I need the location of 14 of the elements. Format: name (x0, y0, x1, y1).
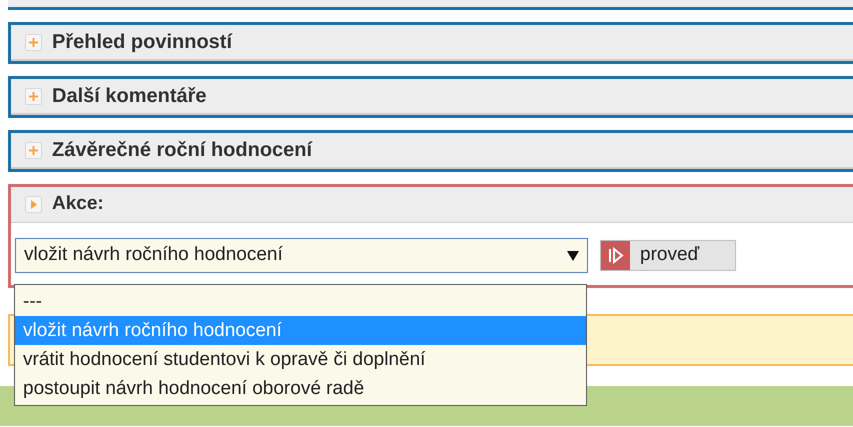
section-title[interactable]: Přehled povinností (52, 27, 232, 57)
proceed-button[interactable]: proveď (600, 240, 736, 271)
dropdown-option[interactable]: vrátit hodnocení studentovi k opravě či doplnění (15, 345, 586, 374)
panel-title: Akce: (52, 192, 104, 216)
action-select[interactable]: vložit návrh ročního hodnocení (15, 238, 588, 273)
caret-icon (567, 250, 579, 260)
dropdown-option[interactable]: postoupit návrh hodnocení oborové radě (15, 374, 586, 403)
plus-icon[interactable] (25, 88, 42, 104)
play-icon[interactable] (25, 196, 42, 213)
plus-icon[interactable] (25, 34, 42, 50)
plus-icon[interactable] (25, 142, 42, 158)
play-icon (601, 241, 630, 270)
section-title[interactable]: Další komentáře (52, 81, 207, 111)
dropdown-option[interactable]: --- (15, 287, 586, 316)
